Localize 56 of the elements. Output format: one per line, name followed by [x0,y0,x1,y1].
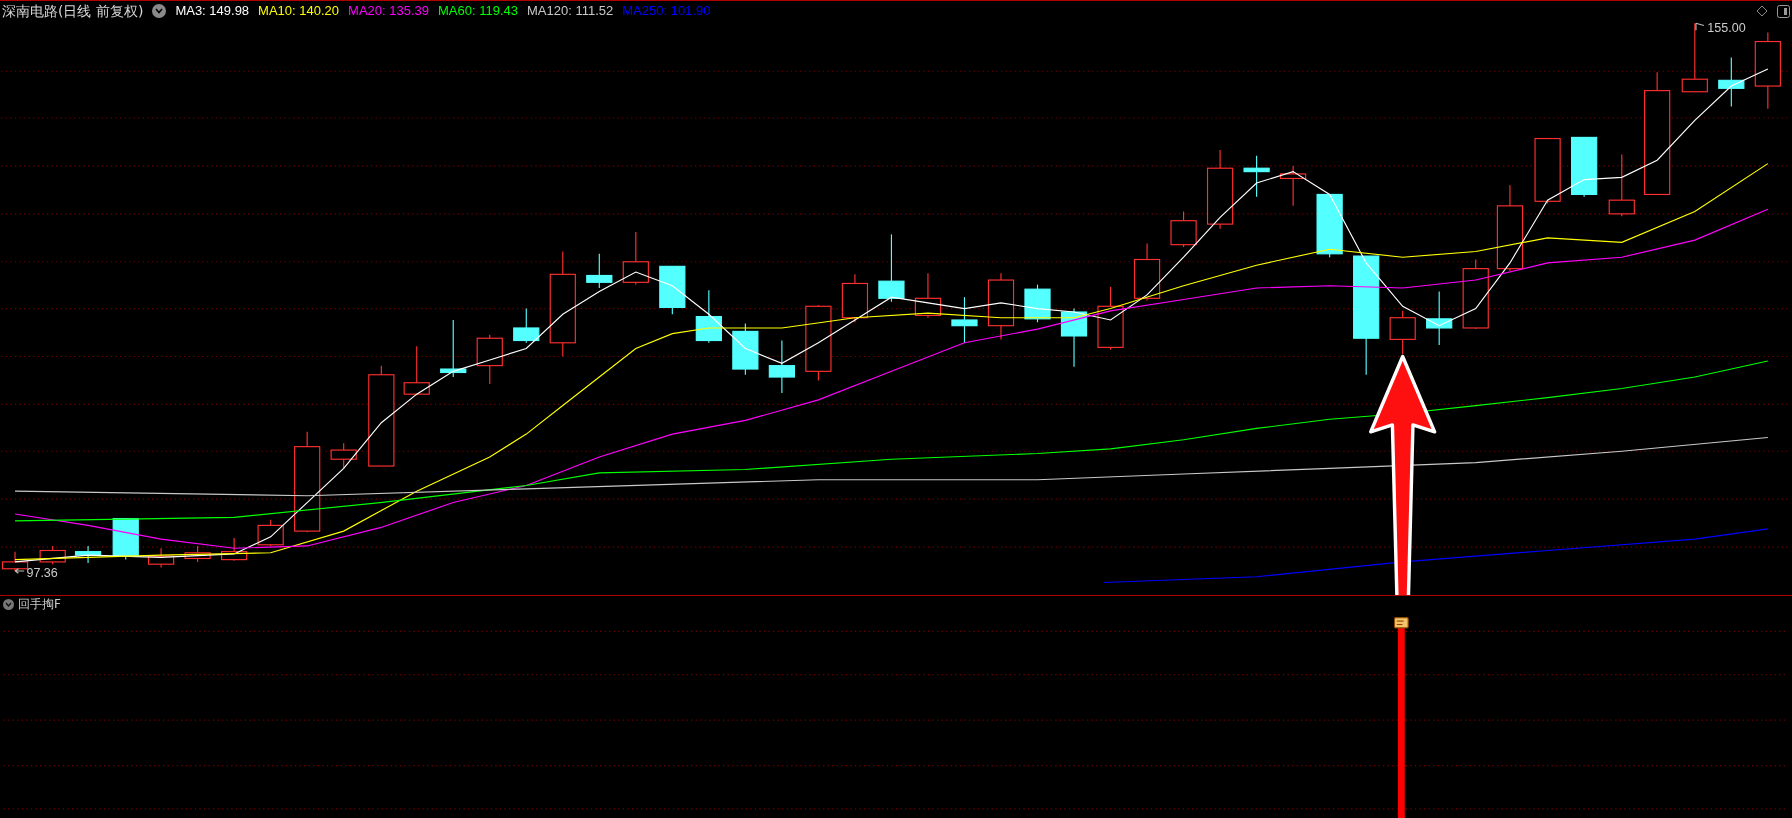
panel-toggle-icon[interactable] [1777,4,1790,18]
candlestick [221,537,248,562]
candlestick [1024,284,1051,323]
moving-average-value: MA3: 149.98 [175,2,250,21]
candlestick [147,547,175,569]
high-price-label: 155.00 [1707,21,1746,36]
moving-average-value: MA250: 101.90 [622,2,711,21]
collapse-icon[interactable] [3,598,14,610]
candlestick [1170,211,1197,248]
candlestick [1280,165,1307,207]
candlestick [695,289,722,344]
candlestick [1571,136,1598,198]
candlestick [74,545,102,564]
indicator-title: 回手掏F [18,596,61,613]
dropdown-icon[interactable] [152,4,167,18]
candlestick [112,517,139,561]
candlestick [951,296,978,344]
candlestick [1316,193,1343,258]
candlestick [1060,308,1088,368]
moving-average-value: MA120: 111.52 [527,2,614,21]
candlestick [878,233,905,303]
candlestick [1426,290,1453,346]
moving-average-value: MA20: 135.39 [348,2,429,21]
candlestick [622,231,649,286]
candlestick [1608,153,1635,217]
candlestick [1718,56,1745,108]
signal-marker-icon [1393,617,1409,629]
moving-average-value: MA60: 119.43 [438,2,518,21]
candlestick [586,253,613,289]
candlestick [732,322,759,376]
moving-average-value: MA10: 140.20 [258,2,340,21]
candlestick [257,519,284,547]
low-price-label: 97.36 [26,565,58,580]
pointer-line [14,568,25,574]
candlestick [841,273,869,323]
candlestick [987,272,1015,340]
candlestick [513,308,540,344]
candlestick [1462,258,1489,330]
candlestick [39,545,66,565]
candlestick [184,545,211,563]
candlestick [1534,137,1561,205]
candlestick [1133,242,1161,302]
pointer-line [1695,22,1705,31]
candlestick [440,319,467,378]
candlestick [476,334,503,385]
candlestick [1389,310,1416,355]
candlestick [330,442,357,469]
candlestick [1243,155,1270,198]
candlestick [914,272,942,319]
diamond-icon[interactable] [1756,5,1768,17]
chart-title: 深南电路(日线 前复权) [2,1,144,21]
candlestick [403,345,430,396]
candlestick [659,265,686,315]
candlestick [1097,286,1124,351]
candlestick [1681,22,1708,93]
candlestick [768,339,795,394]
